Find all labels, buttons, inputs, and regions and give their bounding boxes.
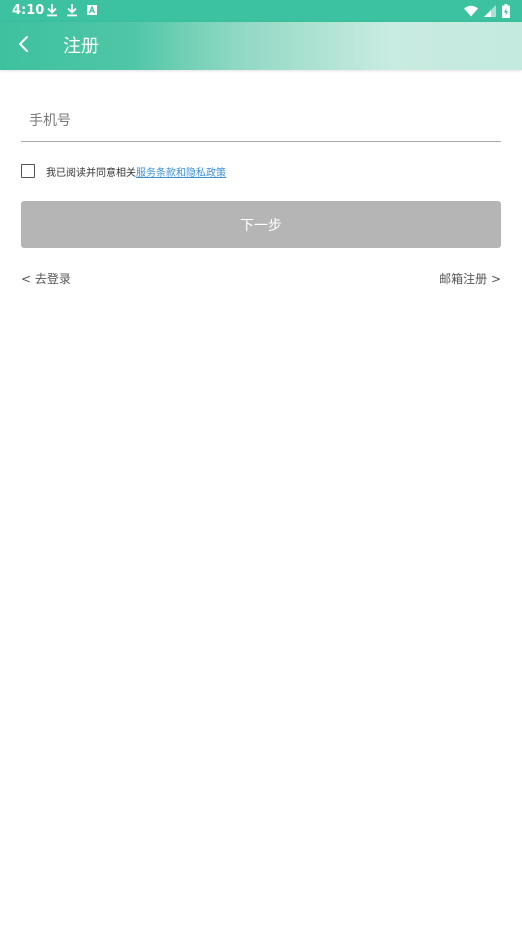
signal-icon bbox=[484, 5, 496, 20]
chevron-left-icon bbox=[17, 35, 31, 57]
battery-icon bbox=[502, 4, 510, 21]
back-button[interactable] bbox=[10, 32, 38, 60]
terms-privacy-link[interactable]: 服务条款和隐私政策 bbox=[136, 164, 226, 179]
status-icons-right bbox=[464, 4, 510, 21]
text-a-icon bbox=[86, 3, 98, 17]
status-bar: 4:10 bbox=[0, 0, 522, 22]
phone-input[interactable] bbox=[21, 100, 501, 142]
download-icon bbox=[46, 3, 58, 17]
agreement-text: 我已阅读并同意相关 bbox=[46, 167, 136, 179]
wifi-icon bbox=[464, 5, 478, 20]
status-icons-left bbox=[46, 3, 98, 17]
download-icon bbox=[66, 3, 78, 17]
agreement-row: 我已阅读并同意相关 服务条款和隐私政策 bbox=[21, 163, 226, 179]
app-bar: 注册 bbox=[0, 22, 522, 70]
status-time: 4:10 bbox=[12, 3, 45, 18]
go-login-link[interactable]: < 去登录 bbox=[21, 270, 71, 287]
email-register-link[interactable]: 邮箱注册 > bbox=[439, 270, 501, 287]
next-step-button[interactable]: 下一步 bbox=[21, 201, 501, 248]
page-title: 注册 bbox=[63, 36, 99, 57]
agree-checkbox[interactable] bbox=[21, 164, 35, 178]
